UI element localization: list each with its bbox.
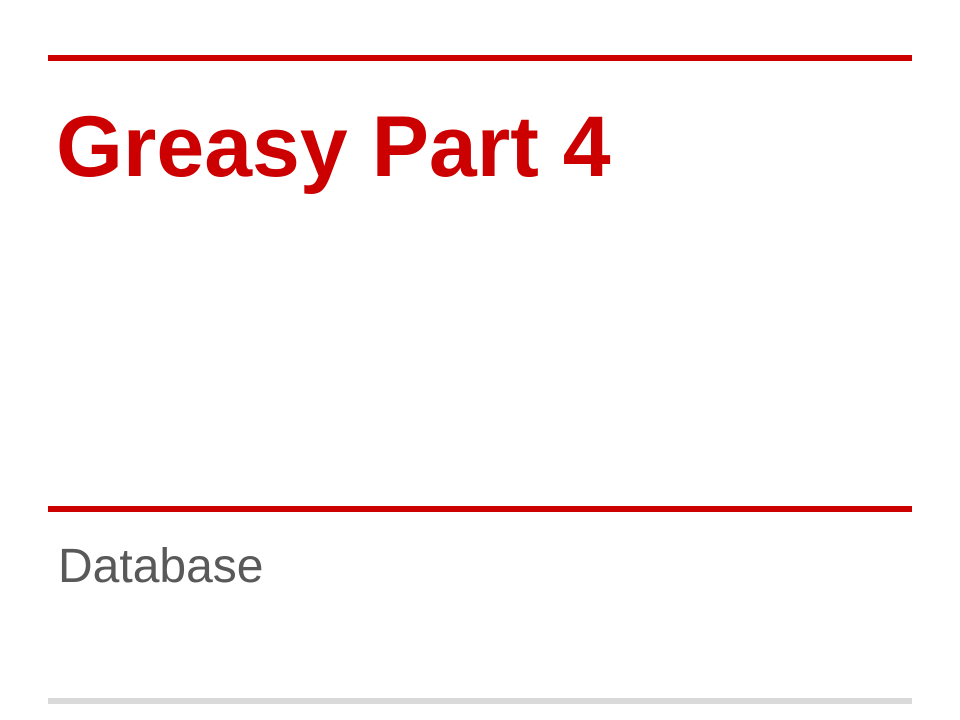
middle-divider	[48, 506, 912, 512]
slide-subtitle: Database	[58, 540, 264, 593]
slide: Greasy Part 4 Database	[0, 0, 960, 720]
bottom-divider	[48, 698, 912, 704]
slide-title: Greasy Part 4	[56, 99, 611, 195]
top-divider	[48, 55, 912, 61]
